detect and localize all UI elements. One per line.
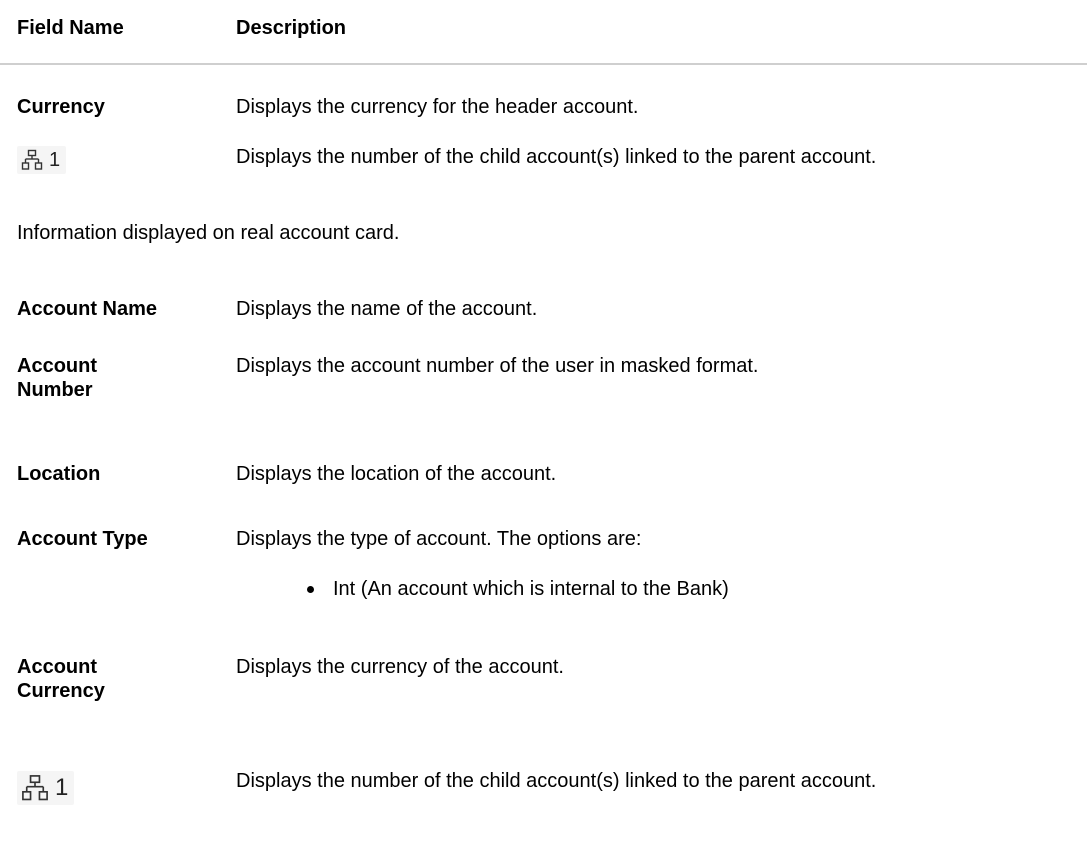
header-description: Description xyxy=(236,17,347,39)
header-divider xyxy=(0,63,1087,65)
field-description-location: Displays the location of the account. xyxy=(236,463,557,485)
field-label-account-currency-line1: Account xyxy=(17,656,97,678)
hierarchy-icon xyxy=(21,149,43,171)
field-label-currency: Currency xyxy=(17,96,105,118)
child-account-count-indicator: 1 xyxy=(17,146,67,174)
field-description-currency: Displays the currency for the header acc… xyxy=(236,96,639,118)
field-description-child-accounts: Displays the number of the child account… xyxy=(236,146,877,168)
field-label-account-name: Account Name xyxy=(17,298,158,320)
hierarchy-icon xyxy=(21,774,49,802)
child-account-count-indicator: 1 xyxy=(17,771,75,805)
field-label-account-type: Account Type xyxy=(17,528,148,550)
child-account-count: 1 xyxy=(55,774,69,801)
field-description-account-type: Displays the type of account. The option… xyxy=(236,528,642,550)
section-note: Information displayed on real account ca… xyxy=(17,222,400,244)
account-type-option: Int (An account which is internal to the… xyxy=(333,578,729,600)
field-description-account-name: Displays the name of the account. xyxy=(236,298,538,320)
field-label-account-number-line1: Account xyxy=(17,355,97,377)
field-description-account-number: Displays the account number of the user … xyxy=(236,355,759,377)
child-account-count: 1 xyxy=(49,149,61,171)
header-field-name: Field Name xyxy=(17,17,124,39)
field-label-account-currency-line2: Currency xyxy=(17,680,105,702)
field-label-account-number-line2: Number xyxy=(17,379,93,401)
field-label-location: Location xyxy=(17,463,101,485)
field-description-account-currency: Displays the currency of the account. xyxy=(236,656,564,678)
field-description-child-accounts: Displays the number of the child account… xyxy=(236,770,877,792)
bullet-marker xyxy=(307,586,314,593)
field-label-account-currency: Account Currency xyxy=(17,655,105,703)
field-label-account-number: Account Number xyxy=(17,354,97,402)
